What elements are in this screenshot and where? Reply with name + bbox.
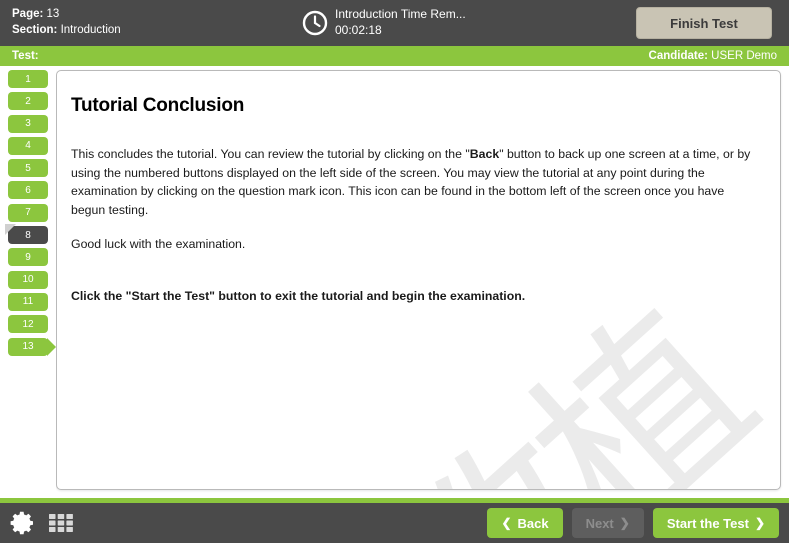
start-button-label: Start the Test (666, 515, 749, 531)
page-button-1[interactable]: 1 (8, 70, 48, 88)
page-button-wrapper: 11 (8, 292, 56, 315)
header-page-info: Page: 13 Section: Introduction (0, 7, 302, 38)
page-button-13[interactable]: 13 (8, 337, 56, 356)
page-button-5[interactable]: 5 (8, 159, 48, 178)
page-button-6[interactable]: 6 (8, 181, 48, 200)
page-button-wrapper: 10 (8, 270, 56, 293)
test-name-group: Test: (12, 50, 39, 62)
exam-app-window: Page: 13 Section: Introduction Introduct… (0, 0, 789, 543)
page-info-line: Page: 13 (12, 7, 302, 23)
page-button-11[interactable]: 11 (8, 292, 48, 311)
page-button-wrapper: 12 (8, 315, 56, 337)
paragraph-1-text-a: This concludes the tutorial. You can rev… (71, 147, 470, 161)
timer-display: Introduction Time Rem... 00:02:18 (302, 7, 619, 38)
footer-navigation: ❮ Back Next ❯ Start the Test ❯ (487, 508, 779, 538)
status-bar: Test: Candidate: USER Demo (0, 46, 789, 66)
next-button-label: Next (585, 515, 614, 531)
chevron-right-icon-start: ❯ (754, 516, 765, 530)
page-button-7[interactable]: 7 (8, 203, 48, 222)
content-inner: Tutorial Conclusion This concludes the t… (57, 71, 780, 306)
page-button-9[interactable]: 9 (8, 248, 48, 267)
page-navigation-sidebar: 1 2 3 4 5 6 7 8 9 10 11 12 13 (0, 66, 56, 498)
chevron-right-icon: ❯ (619, 516, 630, 530)
page-button-wrapper: 13 (8, 337, 56, 360)
page-title: Tutorial Conclusion (71, 95, 245, 116)
tutorial-paragraph-1: This concludes the tutorial. You can rev… (71, 145, 760, 220)
start-the-test-button[interactable]: Start the Test ❯ (652, 508, 779, 538)
page-button-4[interactable]: 4 (8, 136, 48, 155)
page-button-10[interactable]: 10 (8, 270, 48, 289)
chevron-left-icon: ❮ (501, 516, 512, 530)
section-value: Introduction (60, 24, 121, 36)
page-button-wrapper: 3 (8, 114, 56, 137)
page-button-8[interactable]: 8 (5, 224, 48, 245)
page-button-wrapper: 2 (8, 92, 56, 114)
page-label: Page: (12, 8, 44, 21)
footer-toolbar: ❮ Back Next ❯ Start the Test ❯ (0, 503, 789, 543)
content-panel: 教植 Tutorial Conclusion This concludes th… (56, 70, 781, 490)
section-info-line: Section: Introduction (12, 23, 302, 39)
grid-icon[interactable] (48, 510, 74, 536)
top-header-bar: Page: 13 Section: Introduction Introduct… (0, 0, 789, 46)
candidate-group: Candidate: USER Demo (649, 50, 777, 62)
timer-value: 00:02:18 (335, 23, 382, 37)
finish-test-button[interactable]: Finish Test (636, 7, 772, 39)
tutorial-paragraph-2: Good luck with the examination. (71, 236, 246, 251)
page-button-3[interactable]: 3 (8, 114, 48, 133)
section-label: Section: (12, 24, 58, 36)
back-button-label: Back (517, 515, 549, 531)
gear-icon[interactable] (10, 510, 36, 536)
candidate-value: USER Demo (711, 50, 777, 62)
timer-label: Introduction Time Rem... (335, 7, 466, 22)
main-body: 1 2 3 4 5 6 7 8 9 10 11 12 13 教植 Tutorial Conclusion… (0, 66, 789, 498)
tutorial-paragraph-3: Click the "Start the Test" button to exi… (71, 289, 526, 304)
timer-text: Introduction Time Rem... 00:02:18 (335, 7, 466, 38)
page-button-wrapper: 4 (8, 136, 56, 159)
page-button-wrapper: 9 (8, 248, 56, 270)
next-button[interactable]: Next ❯ (571, 508, 644, 538)
candidate-label: Candidate: (648, 50, 708, 62)
test-label: Test: (12, 50, 39, 62)
page-button-wrapper: 7 (8, 203, 56, 226)
page-value: 13 (46, 8, 60, 21)
back-button[interactable]: ❮ Back (487, 508, 563, 538)
page-button-wrapper: 1 (8, 70, 56, 92)
watermark-text: 教植 (349, 275, 781, 490)
page-button-2[interactable]: 2 (8, 92, 48, 111)
page-button-12[interactable]: 12 (8, 315, 48, 334)
header-actions: Finish Test (619, 7, 789, 39)
page-button-wrapper: 8 (5, 224, 56, 248)
footer-tools (10, 510, 74, 536)
page-button-wrapper: 5 (8, 159, 56, 181)
page-button-wrapper: 6 (8, 181, 56, 203)
clock-icon (302, 10, 328, 36)
paragraph-1-bold-back: Back (469, 147, 500, 161)
